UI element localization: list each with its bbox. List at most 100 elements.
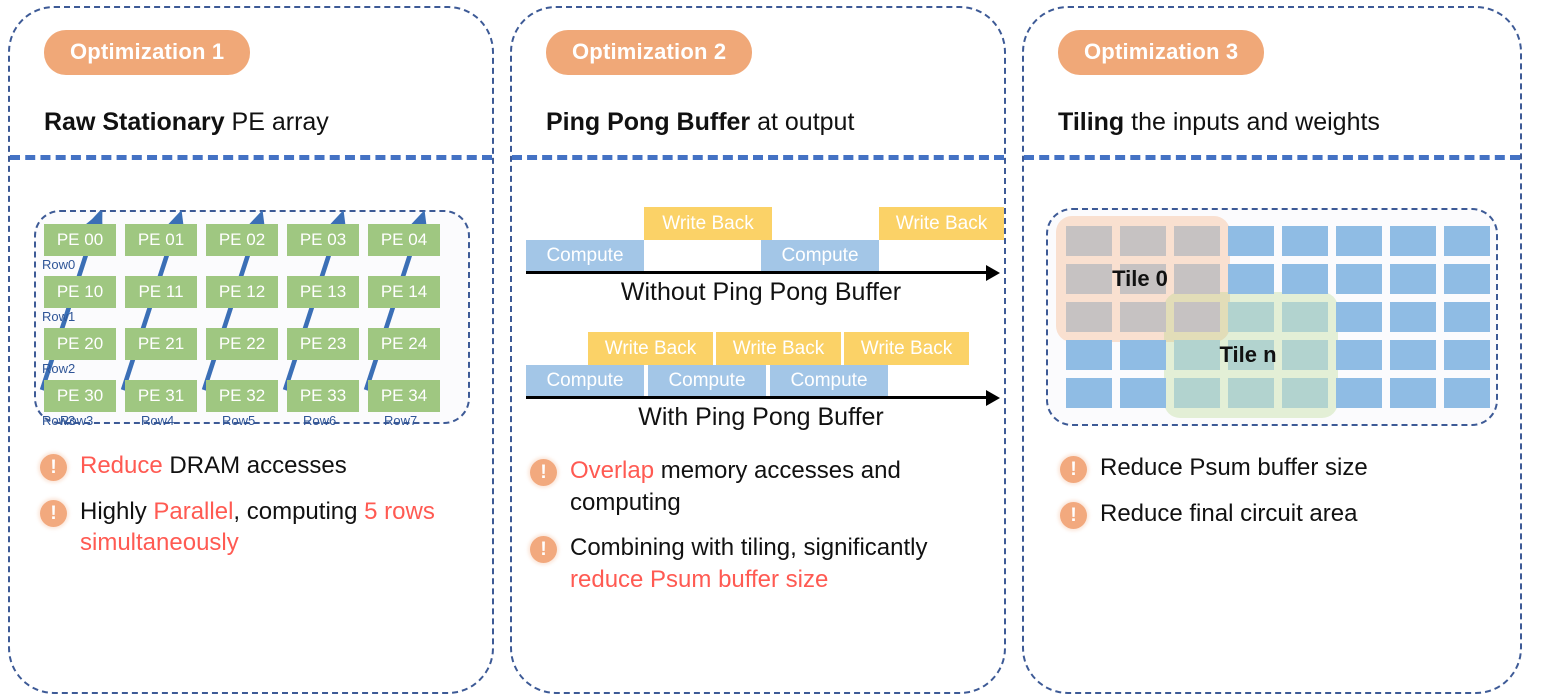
tiling-grid-cell bbox=[1174, 302, 1220, 332]
tile-0-label: Tile 0 bbox=[1112, 266, 1168, 291]
pe-cell: PE 10 bbox=[44, 276, 116, 308]
pe-cell: PE 32 bbox=[206, 380, 278, 412]
tiling-grid-cell bbox=[1390, 302, 1436, 332]
panel-1-header: Optimization 1 Raw Stationary PE array bbox=[10, 8, 492, 160]
tiling-grid-cell bbox=[1336, 340, 1382, 370]
pe-cell: PE 30 bbox=[44, 380, 116, 412]
bullet-highlight: Overlap bbox=[570, 457, 655, 484]
pe-cell: PE 31 bbox=[125, 380, 197, 412]
pe-row-label-bottom: Row6 bbox=[303, 413, 337, 428]
tiling-grid-container: Tile 0 Tile n bbox=[1046, 208, 1498, 426]
bullet-text: Reduce Psum buffer size bbox=[1100, 452, 1368, 484]
timeline-axis bbox=[526, 271, 988, 274]
tiling-grid-cell bbox=[1066, 340, 1112, 370]
tiling-grid-cell bbox=[1444, 302, 1490, 332]
panel-optimization-2: Optimization 2 Ping Pong Buffer at outpu… bbox=[510, 6, 1006, 694]
tile-n-label: Tile n bbox=[1219, 342, 1277, 367]
tiling-grid-cell bbox=[1282, 226, 1328, 256]
pe-cell: PE 13 bbox=[287, 276, 359, 308]
panel-1-bullets: ! Reduce DRAM accesses! Highly Parallel, c… bbox=[40, 450, 478, 573]
pe-cell: PE 34 bbox=[368, 380, 440, 412]
panel-1-title: Raw Stationary PE array bbox=[44, 108, 329, 137]
panel-2-bullets: ! Overlap memory accesses and computing! C… bbox=[530, 455, 996, 610]
bullet-item: ! Overlap memory accesses and computing bbox=[530, 455, 996, 518]
bullet-plain: Highly bbox=[80, 497, 154, 525]
panel-2-badge: Optimization 2 bbox=[546, 30, 753, 75]
compute-block: Compute bbox=[761, 240, 879, 271]
panel-3-title-bold: Tiling bbox=[1058, 108, 1125, 136]
panel-optimization-3: Optimization 3 Tiling the inputs and wei… bbox=[1022, 6, 1522, 694]
bullet-plain: DRAM accesses bbox=[162, 452, 347, 479]
bullet-item: ! Highly Parallel, computing 5 rows simul… bbox=[40, 496, 478, 559]
panel-3-title-rest: the inputs and weights bbox=[1124, 108, 1380, 136]
pe-row-label-bottom: Row7 bbox=[384, 413, 418, 428]
bullet-text: Combining with tiling, significantly red… bbox=[570, 532, 996, 595]
timeline-without-ping-pong: Write Back Write Back Compute Compute Withou… bbox=[526, 192, 1004, 306]
pe-cell: PE 04 bbox=[368, 224, 440, 256]
tiling-grid-cell bbox=[1228, 378, 1274, 408]
tiling-grid-cell bbox=[1066, 226, 1112, 256]
bullet-item: ! Reduce final circuit area bbox=[1060, 498, 1506, 530]
pe-row-label-bottom: Row4 bbox=[141, 413, 175, 428]
tiling-grid-cell bbox=[1228, 226, 1274, 256]
tiling-grid-cell bbox=[1444, 264, 1490, 294]
tiling-grid-cell bbox=[1282, 378, 1328, 408]
pe-cell: PE 00 bbox=[44, 224, 116, 256]
panel-optimization-1: Optimization 1 Raw Stationary PE array P… bbox=[8, 6, 494, 694]
panel-1-badge: Optimization 1 bbox=[44, 30, 251, 75]
exclamation-icon: ! bbox=[40, 499, 67, 527]
pe-row-label-left: Row2 bbox=[42, 361, 76, 376]
panel-1-title-bold: Raw Stationary bbox=[44, 108, 225, 136]
tiling-grid-cell bbox=[1066, 302, 1112, 332]
pe-cell: PE 03 bbox=[287, 224, 359, 256]
panel-3-bullets: ! Reduce Psum buffer size ! Reduce final ci… bbox=[1060, 452, 1506, 543]
bullet-text: Reduce DRAM accesses bbox=[80, 450, 347, 482]
bullet-text: Reduce final circuit area bbox=[1100, 498, 1357, 530]
bullet-item: ! Reduce Psum buffer size bbox=[1060, 452, 1506, 484]
tiling-grid-cell bbox=[1120, 378, 1166, 408]
pe-cell: PE 23 bbox=[287, 328, 359, 360]
compute-block: Compute bbox=[648, 365, 766, 396]
pe-cell: PE 24 bbox=[368, 328, 440, 360]
tiling-grid-cell bbox=[1228, 264, 1274, 294]
bullet-text: Highly Parallel, computing 5 rows simult… bbox=[80, 496, 478, 559]
pe-cell: PE 21 bbox=[125, 328, 197, 360]
optimizations-board: Optimization 1 Raw Stationary PE array P… bbox=[0, 0, 1548, 700]
pe-array-container: PE 00 PE 01 PE 02 PE 03 PE 04 PE 10 PE 11 PE 12… bbox=[34, 210, 470, 428]
tiling-grid-cell bbox=[1390, 378, 1436, 408]
panel-2-header: Optimization 2 Ping Pong Buffer at outpu… bbox=[512, 8, 1004, 160]
panel-2-title-rest: at output bbox=[750, 108, 855, 136]
bullet-plain: Reduce Psum buffer size bbox=[1100, 454, 1368, 481]
compute-block: Compute bbox=[770, 365, 888, 396]
tiling-grid-cell bbox=[1174, 226, 1220, 256]
tiling-grid-cell bbox=[1390, 226, 1436, 256]
bullet-highlight: Parallel bbox=[153, 497, 234, 525]
write-back-block: Write Back bbox=[716, 332, 841, 365]
panel-3-badge: Optimization 3 bbox=[1058, 30, 1265, 75]
timeline-axis bbox=[526, 396, 988, 399]
tiling-grid-cell bbox=[1282, 302, 1328, 332]
tiling-grid-cell bbox=[1444, 378, 1490, 408]
tiling-grid-cell bbox=[1390, 340, 1436, 370]
pe-cell: PE 12 bbox=[206, 276, 278, 308]
pe-row-label-bottom: Row5 bbox=[222, 413, 256, 428]
exclamation-icon: ! bbox=[40, 454, 67, 481]
tiling-grid-cell bbox=[1228, 302, 1274, 332]
pe-row-label-left: Row1 bbox=[42, 309, 76, 324]
write-back-block: Write Back bbox=[588, 332, 713, 365]
write-back-block: Write Back bbox=[844, 332, 969, 365]
tiling-grid-cell bbox=[1390, 264, 1436, 294]
pe-cell: PE 33 bbox=[287, 380, 359, 412]
compute-block: Compute bbox=[526, 365, 644, 396]
pe-cell: PE 20 bbox=[44, 328, 116, 360]
bullet-highlight: reduce Psum buffer size bbox=[570, 566, 829, 594]
write-back-block: Write Back bbox=[879, 207, 1004, 240]
panel-2-title-bold: Ping Pong Buffer bbox=[546, 108, 751, 136]
pe-cell: PE 11 bbox=[125, 276, 197, 308]
timeline-caption: With Ping Pong Buffer bbox=[638, 403, 884, 431]
tiling-grid-cell bbox=[1120, 226, 1166, 256]
bullet-plain: Reduce final circuit area bbox=[1100, 499, 1358, 527]
tiling-grid-cell bbox=[1120, 302, 1166, 332]
pe-cell: PE 01 bbox=[125, 224, 197, 256]
compute-block: Compute bbox=[526, 240, 644, 271]
